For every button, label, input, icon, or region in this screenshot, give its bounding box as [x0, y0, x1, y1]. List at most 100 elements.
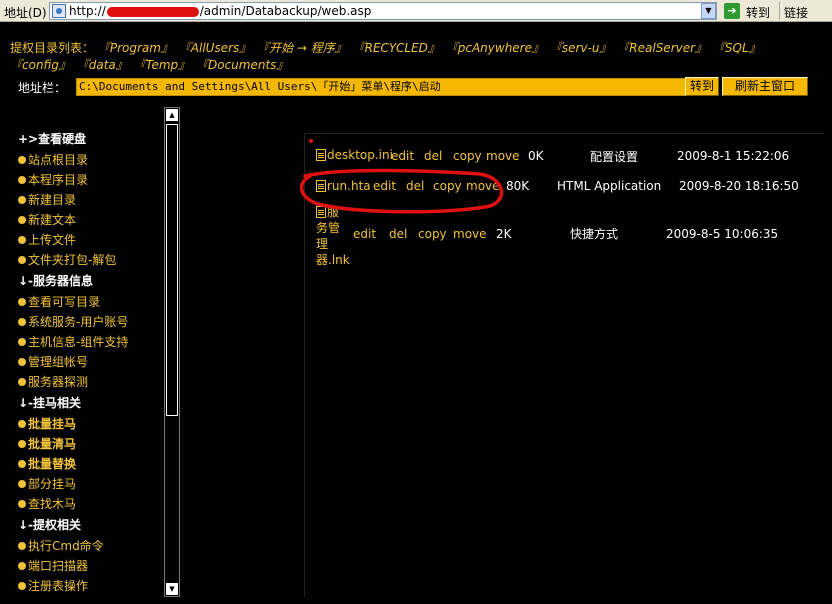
dir-link-serv-u[interactable]: 『serv-u』 — [550, 41, 612, 55]
path-input[interactable]: C:\Documents and Settings\All Users\「开始」… — [76, 78, 691, 96]
bullet-icon — [18, 440, 26, 448]
copy-link[interactable]: copy — [418, 227, 447, 241]
scroll-up-icon[interactable]: ▲ — [165, 108, 179, 122]
dir-list-label: 提权目录列表： — [10, 41, 95, 55]
url-input[interactable]: http:// /admin/Databackup/web.asp — [49, 2, 717, 20]
dir-link-realserver[interactable]: 『RealServer』 — [617, 41, 707, 55]
menu-item-label: 文件夹打包-解包 — [28, 253, 117, 267]
file-type: 快捷方式 — [570, 227, 619, 241]
file-time: 2009-8-5 10:06:35 — [666, 227, 779, 241]
bullet-icon — [18, 236, 26, 244]
file-type: 配置设置 — [590, 150, 639, 164]
menu-item-label: 批量替换 — [28, 457, 77, 471]
bullet-icon — [18, 256, 26, 264]
edit-link[interactable]: edit — [373, 179, 396, 193]
move-link[interactable]: move — [466, 179, 500, 193]
file-name-link[interactable]: run.hta — [316, 179, 371, 193]
menu-item-label: 站点根目录 — [28, 153, 89, 167]
file-list-panel: desktop.ini edit del copy move 0K 配置设置 2… — [304, 133, 824, 597]
menu-item-server-probe[interactable]: 服务器探测 — [18, 372, 163, 392]
menu-item-label: 端口扫描器 — [28, 559, 89, 573]
menu-item-label: 管理组帐号 — [28, 355, 89, 369]
file-time: 2009-8-20 18:16:50 — [679, 179, 799, 193]
menu-item-services-users[interactable]: 系统服务-用户账号 — [18, 312, 163, 332]
bullet-icon — [18, 542, 26, 550]
file-icon — [316, 206, 326, 218]
sidebar-scrollbar[interactable]: ▲ ▼ — [164, 107, 180, 597]
menu-item-pack-unpack[interactable]: 文件夹打包-解包 — [18, 250, 163, 270]
address-label: 地址(D) — [4, 6, 47, 20]
menu-item-find-trojan[interactable]: 查找木马 — [18, 494, 163, 514]
file-name-part: 务管 — [316, 221, 341, 235]
bullet-icon — [18, 378, 26, 386]
menu-item-label: 新建文本 — [28, 213, 77, 227]
edit-link[interactable]: edit — [391, 149, 414, 163]
menu-heading-server[interactable]: ↓-服务器信息 — [18, 270, 163, 292]
delete-link[interactable]: del — [406, 179, 424, 193]
copy-link[interactable]: copy — [433, 179, 462, 193]
file-name-link[interactable]: 服 务管 理 器.lnk — [316, 204, 356, 268]
menu-item-partial-insert[interactable]: 部分挂马 — [18, 474, 163, 494]
dir-link-temp[interactable]: 『Temp』 — [134, 58, 191, 72]
scroll-down-icon[interactable]: ▼ — [165, 582, 179, 596]
dir-link-allusers[interactable]: 『AllUsers』 — [179, 41, 251, 55]
go-button[interactable]: ➔ 转到 — [722, 2, 776, 20]
dir-link-program[interactable]: 『Program』 — [98, 41, 173, 55]
menu-item-admin-group[interactable]: 管理组帐号 — [18, 352, 163, 372]
dir-link-config[interactable]: 『config』 — [10, 58, 71, 72]
menu-item-new-dir[interactable]: 新建目录 — [18, 190, 163, 210]
path-go-button[interactable]: 转到 — [685, 77, 719, 96]
bullet-icon — [18, 196, 26, 204]
go-label: 转到 — [746, 6, 771, 20]
menu-item-batch-insert[interactable]: 批量挂马 — [18, 414, 163, 434]
menu-item-label: 批量挂马 — [28, 417, 77, 431]
menu-item-program-dir[interactable]: 本程序目录 — [18, 170, 163, 190]
dir-link-documents[interactable]: 『Documents』 — [196, 58, 288, 72]
dir-link-pcanywhere[interactable]: 『pcAnywhere』 — [446, 41, 544, 55]
bullet-icon — [18, 500, 26, 508]
menu-item-label: 服务器探测 — [28, 375, 89, 389]
menu-item-host-info[interactable]: 主机信息-组件支持 — [18, 332, 163, 352]
menu-item-label: 新建目录 — [28, 193, 77, 207]
file-name-part: 理 — [316, 237, 329, 251]
menu-item-upload[interactable]: 上传文件 — [18, 230, 163, 250]
dir-link-start-programs[interactable]: 『开始 → 程序』 — [257, 41, 347, 55]
delete-link[interactable]: del — [389, 227, 407, 241]
menu-item-batch-clean[interactable]: 批量清马 — [18, 434, 163, 454]
bullet-icon — [18, 156, 26, 164]
file-size: 0K — [528, 149, 544, 163]
menu-heading-privesc[interactable]: ↓-提权相关 — [18, 514, 163, 536]
url-dropdown-button[interactable]: ▼ — [701, 3, 716, 19]
menu-item-registry[interactable]: 注册表操作 — [18, 576, 163, 596]
links-button[interactable]: 链接 — [784, 4, 808, 21]
dir-link-data[interactable]: 『data』 — [77, 58, 128, 72]
menu-heading-trojan[interactable]: ↓-挂马相关 — [18, 392, 163, 414]
menu-item-label: 本程序目录 — [28, 173, 89, 187]
menu-item-new-text[interactable]: 新建文本 — [18, 210, 163, 230]
edit-link[interactable]: edit — [353, 227, 376, 241]
refresh-main-button[interactable]: 刷新主窗口 — [722, 77, 808, 96]
redaction-mark — [106, 6, 199, 17]
url-prefix: http:// — [69, 4, 106, 18]
scrollbar-thumb[interactable] — [166, 124, 178, 416]
url-suffix: /admin/Databackup/web.asp — [199, 4, 372, 18]
go-arrow-icon: ➔ — [724, 3, 740, 19]
dir-link-recycled[interactable]: 『RECYCLED』 — [353, 41, 440, 55]
menu-item-writable-dirs[interactable]: 查看可写目录 — [18, 292, 163, 312]
file-row: 服 务管 理 器.lnk edit del copy move 2K 快捷方式 … — [305, 204, 825, 268]
dir-link-sql[interactable]: 『SQL』 — [713, 41, 761, 55]
menu-item-batch-replace[interactable]: 批量替换 — [18, 454, 163, 474]
copy-link[interactable]: copy — [453, 149, 482, 163]
file-name-link[interactable]: desktop.ini — [316, 148, 393, 162]
url-text: http:// /admin/Databackup/web.asp — [69, 4, 371, 18]
delete-link[interactable]: del — [424, 149, 442, 163]
menu-item-label: 主机信息-组件支持 — [28, 335, 129, 349]
menu-item-site-root[interactable]: 站点根目录 — [18, 150, 163, 170]
move-link[interactable]: move — [486, 149, 520, 163]
file-name: desktop.ini — [327, 148, 393, 162]
menu-item-cmd[interactable]: 执行Cmd命令 — [18, 536, 163, 556]
file-name: run.hta — [327, 179, 371, 193]
menu-heading-disk[interactable]: +>查看硬盘 — [18, 128, 163, 150]
move-link[interactable]: move — [453, 227, 487, 241]
menu-item-port-scan[interactable]: 端口扫描器 — [18, 556, 163, 576]
